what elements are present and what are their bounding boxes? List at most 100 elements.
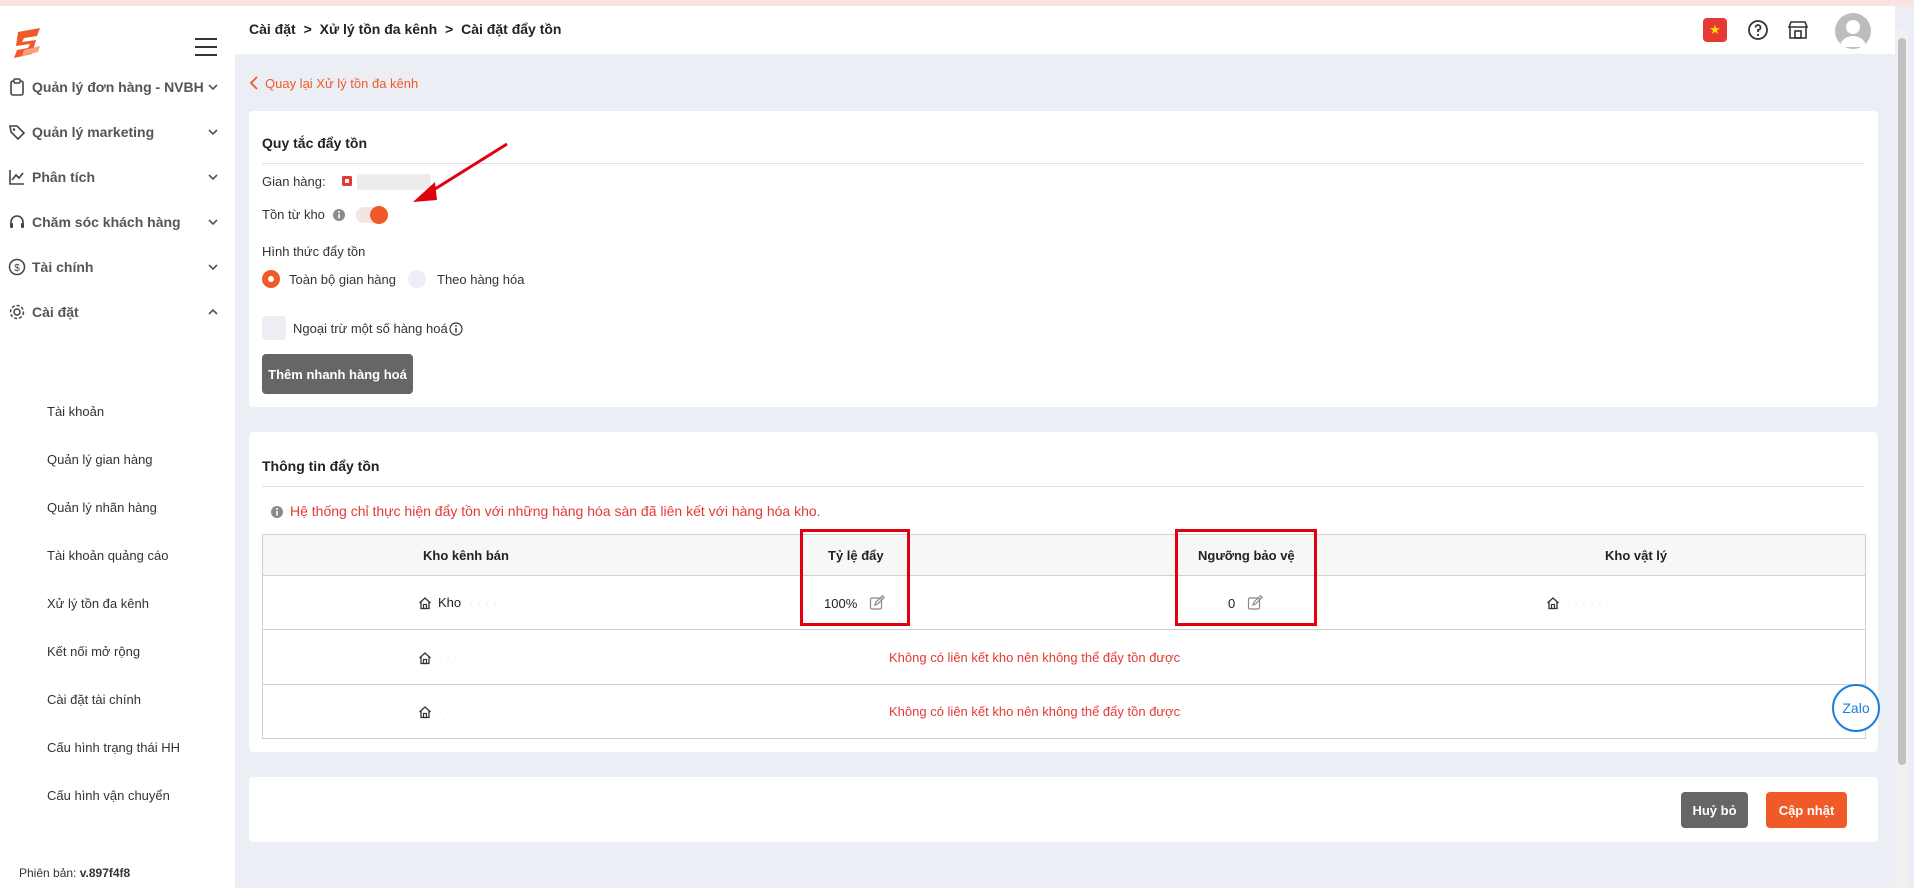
- toggle-knob: [370, 206, 388, 224]
- column-header-channel: Kho kênh bán: [423, 548, 509, 563]
- channel-cell: Kho · · · ·: [418, 595, 497, 610]
- update-button[interactable]: Cập nhật: [1766, 792, 1847, 828]
- radio-all-shops[interactable]: [262, 270, 280, 288]
- breadcrumb-item[interactable]: Xử lý tồn đa kênh: [320, 21, 438, 37]
- column-header-physical: Kho vật lý: [1605, 548, 1668, 563]
- table-row: · · Không có liên kết kho nên không thể …: [263, 685, 1865, 739]
- user-icon: [1840, 20, 1866, 47]
- headset-icon: [10, 215, 24, 228]
- push-info-table: Kho kênh bán Tỷ lệ đẩy Ngưỡng bảo vệ Kho…: [262, 534, 1866, 739]
- radio-by-product-label[interactable]: Theo hàng hóa: [437, 272, 524, 287]
- table-row: · · · Không có liên kết kho nên không th…: [263, 631, 1865, 685]
- chevron-down-icon: [208, 84, 218, 91]
- chevron-down-icon: [208, 129, 218, 136]
- sidebar-item-product-status[interactable]: Cấu hình trạng thái HH: [47, 740, 180, 755]
- channel-name-blurred: · · ·: [438, 650, 459, 665]
- quick-add-products-button[interactable]: Thêm nhanh hàng hoá: [262, 354, 413, 394]
- gear-icon: [9, 304, 25, 320]
- avatar[interactable]: [1835, 13, 1871, 49]
- chevron-down-icon: [208, 264, 218, 271]
- svg-text:$: $: [14, 263, 20, 274]
- zalo-chat-button[interactable]: Zalo: [1832, 684, 1880, 732]
- menu-group-label: Tài chính: [32, 259, 94, 275]
- chart-icon: [9, 170, 24, 185]
- chevron-left-icon: [249, 76, 258, 90]
- exclude-products-checkbox[interactable]: [262, 316, 286, 340]
- table-header: Kho kênh bán Tỷ lệ đẩy Ngưỡng bảo vệ Kho…: [263, 535, 1865, 576]
- channel-cell: · · ·: [418, 650, 458, 665]
- channel-name: Kho: [438, 595, 462, 610]
- chevron-down-icon: [208, 219, 218, 226]
- back-link-label: Quay lại Xử lý tồn đa kênh: [265, 76, 419, 91]
- house-icon: [419, 651, 431, 664]
- menu-group-finance[interactable]: $ Tài chính: [0, 252, 235, 282]
- hamburger-menu-icon[interactable]: [195, 38, 217, 56]
- dollar-icon: $: [8, 258, 26, 276]
- menu-group-label: Cài đặt: [32, 304, 79, 320]
- sidebar-item-ad-account[interactable]: Tài khoản quảng cáo: [47, 548, 168, 563]
- sidebar-item-account[interactable]: Tài khoản: [47, 404, 104, 419]
- house-icon: [419, 705, 431, 718]
- physical-warehouse-cell: · · · · · ·: [1546, 595, 1610, 610]
- info-icon: [271, 506, 283, 518]
- channel-name-blurred: · ·: [438, 704, 451, 719]
- menu-group-settings[interactable]: Cài đặt: [0, 297, 235, 327]
- breadcrumb-item[interactable]: Cài đặt: [249, 21, 296, 37]
- table-row: Kho · · · · 100% 0 · · · · · ·: [263, 576, 1865, 630]
- chevron-up-icon: [208, 308, 218, 315]
- scrollbar-thumb[interactable]: [1898, 38, 1906, 765]
- highlight-box-ratio: [800, 529, 910, 626]
- menu-group-customer-care[interactable]: Chăm sóc khách hàng: [0, 207, 235, 237]
- physical-warehouse-blurred: · · · · · ·: [1566, 595, 1611, 610]
- scrollbar[interactable]: [1896, 30, 1908, 888]
- card-title: Quy tắc đẩy tồn: [262, 135, 368, 151]
- menu-group-label: Phân tích: [32, 169, 96, 185]
- chevron-down-icon: [208, 174, 218, 181]
- menu-group-orders[interactable]: Quản lý đơn hàng - NVBH: [0, 72, 235, 102]
- menu-group-label: Quản lý marketing: [32, 124, 155, 140]
- push-type-label: Hình thức đẩy tồn: [262, 244, 366, 259]
- highlight-box-threshold: [1175, 529, 1317, 626]
- clipboard-icon: [10, 78, 24, 96]
- tag-icon: [9, 125, 26, 141]
- info-circle-icon[interactable]: [449, 322, 463, 336]
- exclude-products-label[interactable]: Ngoại trừ một số hàng hoá: [293, 321, 448, 336]
- sidebar-item-brand-management[interactable]: Quản lý nhãn hàng: [47, 500, 157, 515]
- help-icon[interactable]: [1746, 18, 1770, 42]
- menu-group-analytics[interactable]: Phân tích: [0, 162, 235, 192]
- menu-group-label: Chăm sóc khách hàng: [32, 214, 181, 230]
- shop-logo-icon: [342, 176, 352, 186]
- logo-icon[interactable]: [10, 22, 50, 62]
- divider: [262, 486, 1864, 487]
- sidebar: Quản lý đơn hàng - NVBH Quản lý marketin…: [0, 6, 235, 888]
- back-link[interactable]: Quay lại Xử lý tồn đa kênh: [249, 76, 418, 91]
- store-icon[interactable]: [1786, 18, 1810, 42]
- shop-label: Gian hàng:: [262, 174, 326, 189]
- channel-cell: · ·: [418, 704, 450, 719]
- sidebar-item-shop-management[interactable]: Quản lý gian hàng: [47, 452, 153, 467]
- version-label: Phiên bản:: [19, 866, 77, 880]
- menu-group-label: Quản lý đơn hàng - NVBH: [32, 79, 204, 95]
- no-link-message: Không có liên kết kho nên không thể đẩy …: [889, 704, 1181, 719]
- link-notice: Hệ thống chỉ thực hiện đẩy tồn với những…: [290, 503, 821, 519]
- sidebar-item-extensions[interactable]: Kết nối mở rộng: [47, 644, 140, 659]
- menu-group-marketing[interactable]: Quản lý marketing: [0, 117, 235, 147]
- radio-all-shops-label[interactable]: Toàn bộ gian hàng: [289, 272, 396, 287]
- cancel-button[interactable]: Huỷ bỏ: [1681, 792, 1748, 828]
- top-header: Cài đặt > Xử lý tồn đa kênh > Cài đặt đẩ…: [235, 6, 1895, 54]
- annotation-arrow: [413, 142, 508, 202]
- info-icon[interactable]: [332, 208, 346, 222]
- sidebar-item-multichannel-stock[interactable]: Xử lý tồn đa kênh: [47, 596, 149, 611]
- radio-by-product[interactable]: [408, 270, 426, 288]
- vietnam-flag-icon[interactable]: ★: [1703, 18, 1727, 42]
- stock-from-warehouse-label: Tồn từ kho: [262, 207, 325, 222]
- stock-from-warehouse-toggle[interactable]: [356, 206, 388, 224]
- house-icon: [1547, 596, 1559, 609]
- version-info: Phiên bản: v.897f4f8: [19, 866, 130, 880]
- sidebar-item-finance-settings[interactable]: Cài đặt tài chính: [47, 692, 141, 707]
- action-footer: Huỷ bỏ Cập nhật: [249, 777, 1878, 842]
- breadcrumb-separator: >: [445, 21, 454, 37]
- channel-name-blurred: · · · ·: [469, 595, 498, 610]
- sidebar-item-shipping[interactable]: Cấu hình vận chuyển: [47, 788, 170, 803]
- no-link-message: Không có liên kết kho nên không thể đẩy …: [889, 650, 1181, 665]
